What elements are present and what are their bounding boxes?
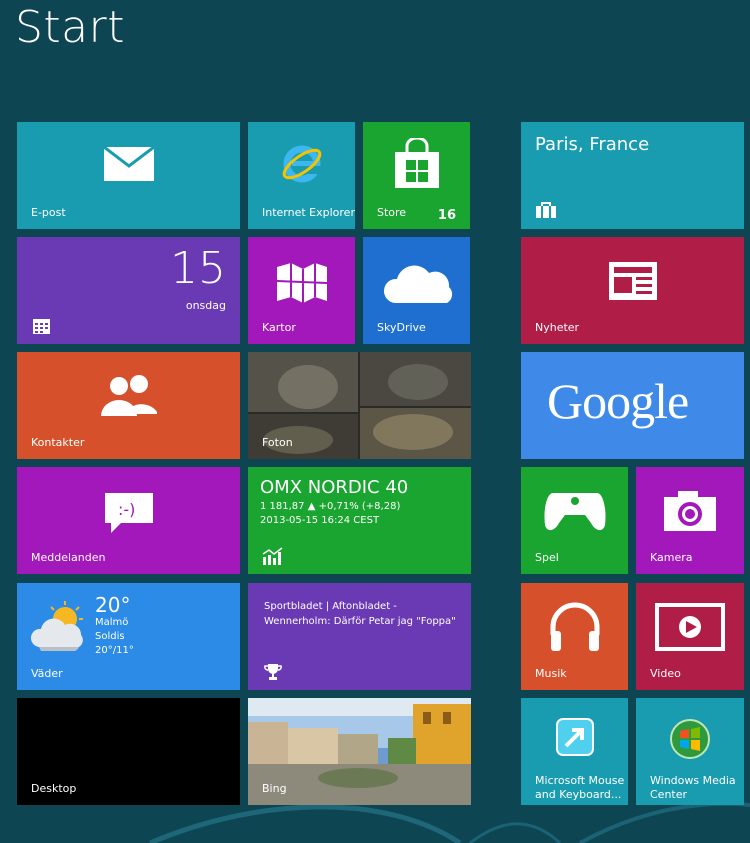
- tile-label-line1: Windows Media: [650, 774, 736, 787]
- tile-label: Store: [377, 206, 407, 219]
- finance-timestamp: 2013-05-15 16:24 CEST: [260, 515, 380, 526]
- tile-label: Bing: [262, 782, 287, 795]
- windows-media-center-icon: [670, 719, 710, 759]
- google-logo: Google: [547, 373, 689, 429]
- people-icon: [101, 375, 157, 416]
- tile-label-line2: Center: [650, 788, 688, 801]
- start-title: Start: [15, 2, 125, 53]
- tile-label: Microsoft Mouse and Keyboard...: [535, 774, 624, 802]
- mail-icon: [103, 146, 155, 181]
- tile-calendar[interactable]: 15 onsdag: [17, 237, 240, 344]
- tile-label: Internet Explorer: [262, 206, 355, 219]
- finance-value: 1 181,87 ▲ +0,71% (+8,28): [260, 501, 401, 512]
- tile-sport-news[interactable]: Sportbladet | Aftonbladet - Wennerholm: …: [248, 583, 471, 690]
- partly-cloudy-icon: [31, 601, 83, 651]
- internet-explorer-icon: [282, 145, 322, 183]
- tile-label: Väder: [31, 667, 63, 680]
- camera-icon: [664, 491, 716, 531]
- tile-news[interactable]: Nyheter: [521, 237, 744, 344]
- tile-label: Desktop: [31, 782, 77, 795]
- weather-city-name: Paris, France: [535, 134, 650, 155]
- tile-bing[interactable]: Bing: [248, 698, 471, 805]
- tile-label: Foton: [262, 436, 293, 449]
- tile-skydrive[interactable]: SkyDrive: [363, 237, 470, 344]
- calendar-icon: [33, 319, 50, 334]
- tile-label: Spel: [535, 551, 559, 564]
- tile-weather[interactable]: 20° Malmö Soldis 20°/11° Väder: [17, 583, 240, 690]
- tile-label-line1: Microsoft Mouse: [535, 774, 625, 787]
- tile-maps[interactable]: Kartor: [248, 237, 355, 344]
- finance-chart-icon: [262, 547, 283, 565]
- tile-camera[interactable]: Kamera: [636, 467, 744, 574]
- finance-index-name: OMX NORDIC 40: [260, 477, 409, 498]
- map-icon: [276, 263, 328, 303]
- tile-label: Kartor: [262, 321, 296, 334]
- sport-headline: Wennerholm: Därför Petar jag "Foppa": [264, 616, 456, 627]
- calendar-weekday: onsdag: [185, 299, 226, 312]
- tile-messaging[interactable]: :-) Meddelanden: [17, 467, 240, 574]
- tile-video[interactable]: Video: [636, 583, 744, 690]
- mouse-keyboard-icon: [556, 718, 594, 756]
- tile-label: Windows Media Center: [650, 774, 736, 802]
- tile-music[interactable]: Musik: [521, 583, 628, 690]
- headphones-icon: [550, 602, 600, 651]
- xbox-controller-icon: [544, 493, 606, 531]
- tile-label-line2: and Keyboard...: [535, 788, 622, 801]
- calendar-day: 15: [170, 243, 226, 294]
- weather-temperature: 20°: [95, 593, 131, 617]
- tile-mail[interactable]: E-post: [17, 122, 240, 229]
- tile-label: E-post: [31, 206, 66, 219]
- tile-mouse-keyboard-center[interactable]: Microsoft Mouse and Keyboard...: [521, 698, 628, 805]
- tile-label: Kontakter: [31, 436, 85, 449]
- message-bubble-icon: :-): [105, 493, 153, 533]
- trophy-icon: [264, 664, 282, 680]
- tile-label: Video: [650, 667, 681, 680]
- briefcase-icon: [536, 202, 556, 218]
- tile-store[interactable]: Store 16: [363, 122, 470, 229]
- store-badge: 16: [437, 208, 456, 223]
- tile-label: Meddelanden: [31, 551, 106, 564]
- video-play-icon: [655, 603, 725, 651]
- weather-city: Malmö: [95, 617, 129, 628]
- tile-windows-media-center[interactable]: Windows Media Center: [636, 698, 744, 805]
- weather-range: 20°/11°: [95, 645, 134, 656]
- sport-headline-source: Sportbladet | Aftonbladet -: [264, 601, 397, 612]
- tile-games[interactable]: Spel: [521, 467, 628, 574]
- tile-desktop[interactable]: Desktop: [17, 698, 240, 805]
- tile-label: SkyDrive: [377, 321, 426, 334]
- weather-condition: Soldis: [95, 631, 125, 642]
- cloud-icon: [383, 265, 453, 303]
- tile-google[interactable]: Google: [521, 352, 744, 459]
- tile-people[interactable]: Kontakter: [17, 352, 240, 459]
- tile-weather-city[interactable]: Paris, France: [521, 122, 744, 229]
- store-bag-icon: [395, 138, 439, 188]
- newspaper-icon: [609, 262, 657, 300]
- tile-internet-explorer[interactable]: Internet Explorer: [248, 122, 355, 229]
- svg-text::-): :-): [118, 500, 135, 519]
- tile-label: Kamera: [650, 551, 693, 564]
- tile-label: Nyheter: [535, 321, 580, 334]
- tile-photos[interactable]: Foton: [248, 352, 471, 459]
- tile-label: Musik: [535, 667, 567, 680]
- tile-finance[interactable]: OMX NORDIC 40 1 181,87 ▲ +0,71% (+8,28) …: [248, 467, 471, 574]
